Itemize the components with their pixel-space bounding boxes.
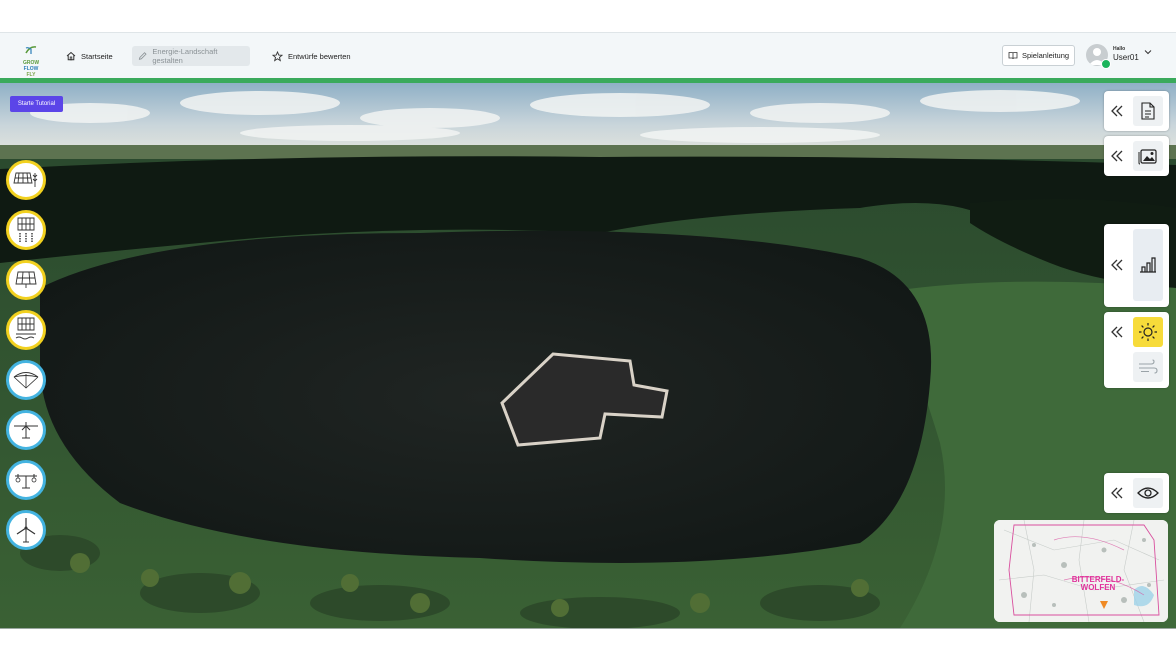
tool-kite-power[interactable]	[6, 360, 46, 400]
nav-energie-landschaft[interactable]: Energie-Landschaft gestalten	[132, 46, 250, 66]
tool-agri-pv-vertical[interactable]	[6, 210, 46, 250]
logo-plant-icon	[25, 46, 37, 54]
wind-icon	[1139, 359, 1158, 374]
document-button[interactable]	[1133, 96, 1163, 126]
user-menu[interactable]: Hallo User01	[1086, 43, 1156, 69]
agri-pv-vertical-icon	[17, 217, 35, 242]
nav-entwuerfe-bewerten-label: Entwürfe bewerten	[288, 51, 351, 61]
nav-entwuerfe-bewerten[interactable]: Entwürfe bewerten	[266, 46, 357, 66]
sun-button[interactable]	[1133, 317, 1163, 347]
tool-wind-turbine[interactable]	[6, 510, 46, 550]
image-gallery-icon	[1138, 149, 1157, 165]
tool-airborne-drone[interactable]	[6, 460, 46, 500]
ground-pv-icon	[15, 271, 37, 288]
nav-startseite-label: Startseite	[81, 51, 113, 61]
document-panel	[1104, 91, 1169, 131]
image-panel	[1104, 136, 1169, 176]
kite-icon	[13, 372, 39, 389]
user-name: User01	[1113, 53, 1139, 62]
statistics-panel	[1104, 224, 1169, 307]
minimap-label-2: WOLFEN	[1081, 583, 1116, 592]
sun-icon	[1139, 323, 1157, 341]
spielanleitung-button[interactable]: Spielanleitung	[1002, 45, 1075, 66]
start-tutorial-button[interactable]: Starte Tutorial	[10, 96, 63, 112]
minimap[interactable]: BITTERFELD- WOLFEN	[994, 520, 1168, 622]
wind-turbine-icon	[16, 518, 36, 543]
visibility-panel	[1104, 473, 1169, 513]
chevron-down-icon[interactable]	[1144, 49, 1152, 55]
book-icon	[1008, 52, 1018, 60]
double-chevron-left-icon[interactable]	[1109, 103, 1125, 119]
online-status-dot	[1101, 59, 1111, 69]
star-icon	[272, 50, 283, 62]
floating-pv-icon	[15, 317, 36, 340]
image-gallery-button[interactable]	[1133, 141, 1163, 171]
drone-icon	[15, 474, 37, 489]
wind-button[interactable]	[1133, 352, 1163, 382]
scene-bottom-border	[0, 628, 1176, 629]
home-icon	[66, 51, 76, 61]
app-logo[interactable]: GROW FLOW FLY	[18, 42, 44, 78]
agri-pv-crops-icon	[13, 172, 38, 187]
weather-panel	[1104, 312, 1169, 388]
statistics-button[interactable]	[1133, 229, 1163, 301]
double-chevron-left-icon[interactable]	[1109, 485, 1125, 501]
3d-map-viewport[interactable]: Starte Tutorial BITTERFELD- WOLFEN	[0, 83, 1176, 628]
minimap-graphic: BITTERFELD- WOLFEN	[994, 520, 1168, 622]
tool-floating-pv[interactable]	[6, 310, 46, 350]
bar-chart-icon	[1140, 257, 1156, 273]
spielanleitung-label: Spielanleitung	[1021, 51, 1070, 60]
tool-ground-pv[interactable]	[6, 260, 46, 300]
airborne-wing-icon	[14, 422, 38, 439]
tool-agri-pv-crops[interactable]	[6, 160, 46, 200]
pencil-icon	[138, 52, 147, 60]
user-greeting: Hallo	[1113, 46, 1126, 52]
double-chevron-left-icon[interactable]	[1109, 324, 1125, 340]
double-chevron-left-icon[interactable]	[1109, 257, 1125, 273]
document-icon	[1141, 102, 1155, 120]
top-navigation-bar: GROW FLOW FLY Startseite Energie-Landsch…	[0, 32, 1176, 78]
tool-airborne-wing[interactable]	[6, 410, 46, 450]
nav-startseite[interactable]: Startseite	[60, 46, 119, 66]
eye-icon	[1137, 487, 1159, 499]
double-chevron-left-icon[interactable]	[1109, 148, 1125, 164]
visibility-button[interactable]	[1133, 478, 1163, 508]
nav-energie-landschaft-label: Energie-Landschaft gestalten	[152, 47, 218, 65]
